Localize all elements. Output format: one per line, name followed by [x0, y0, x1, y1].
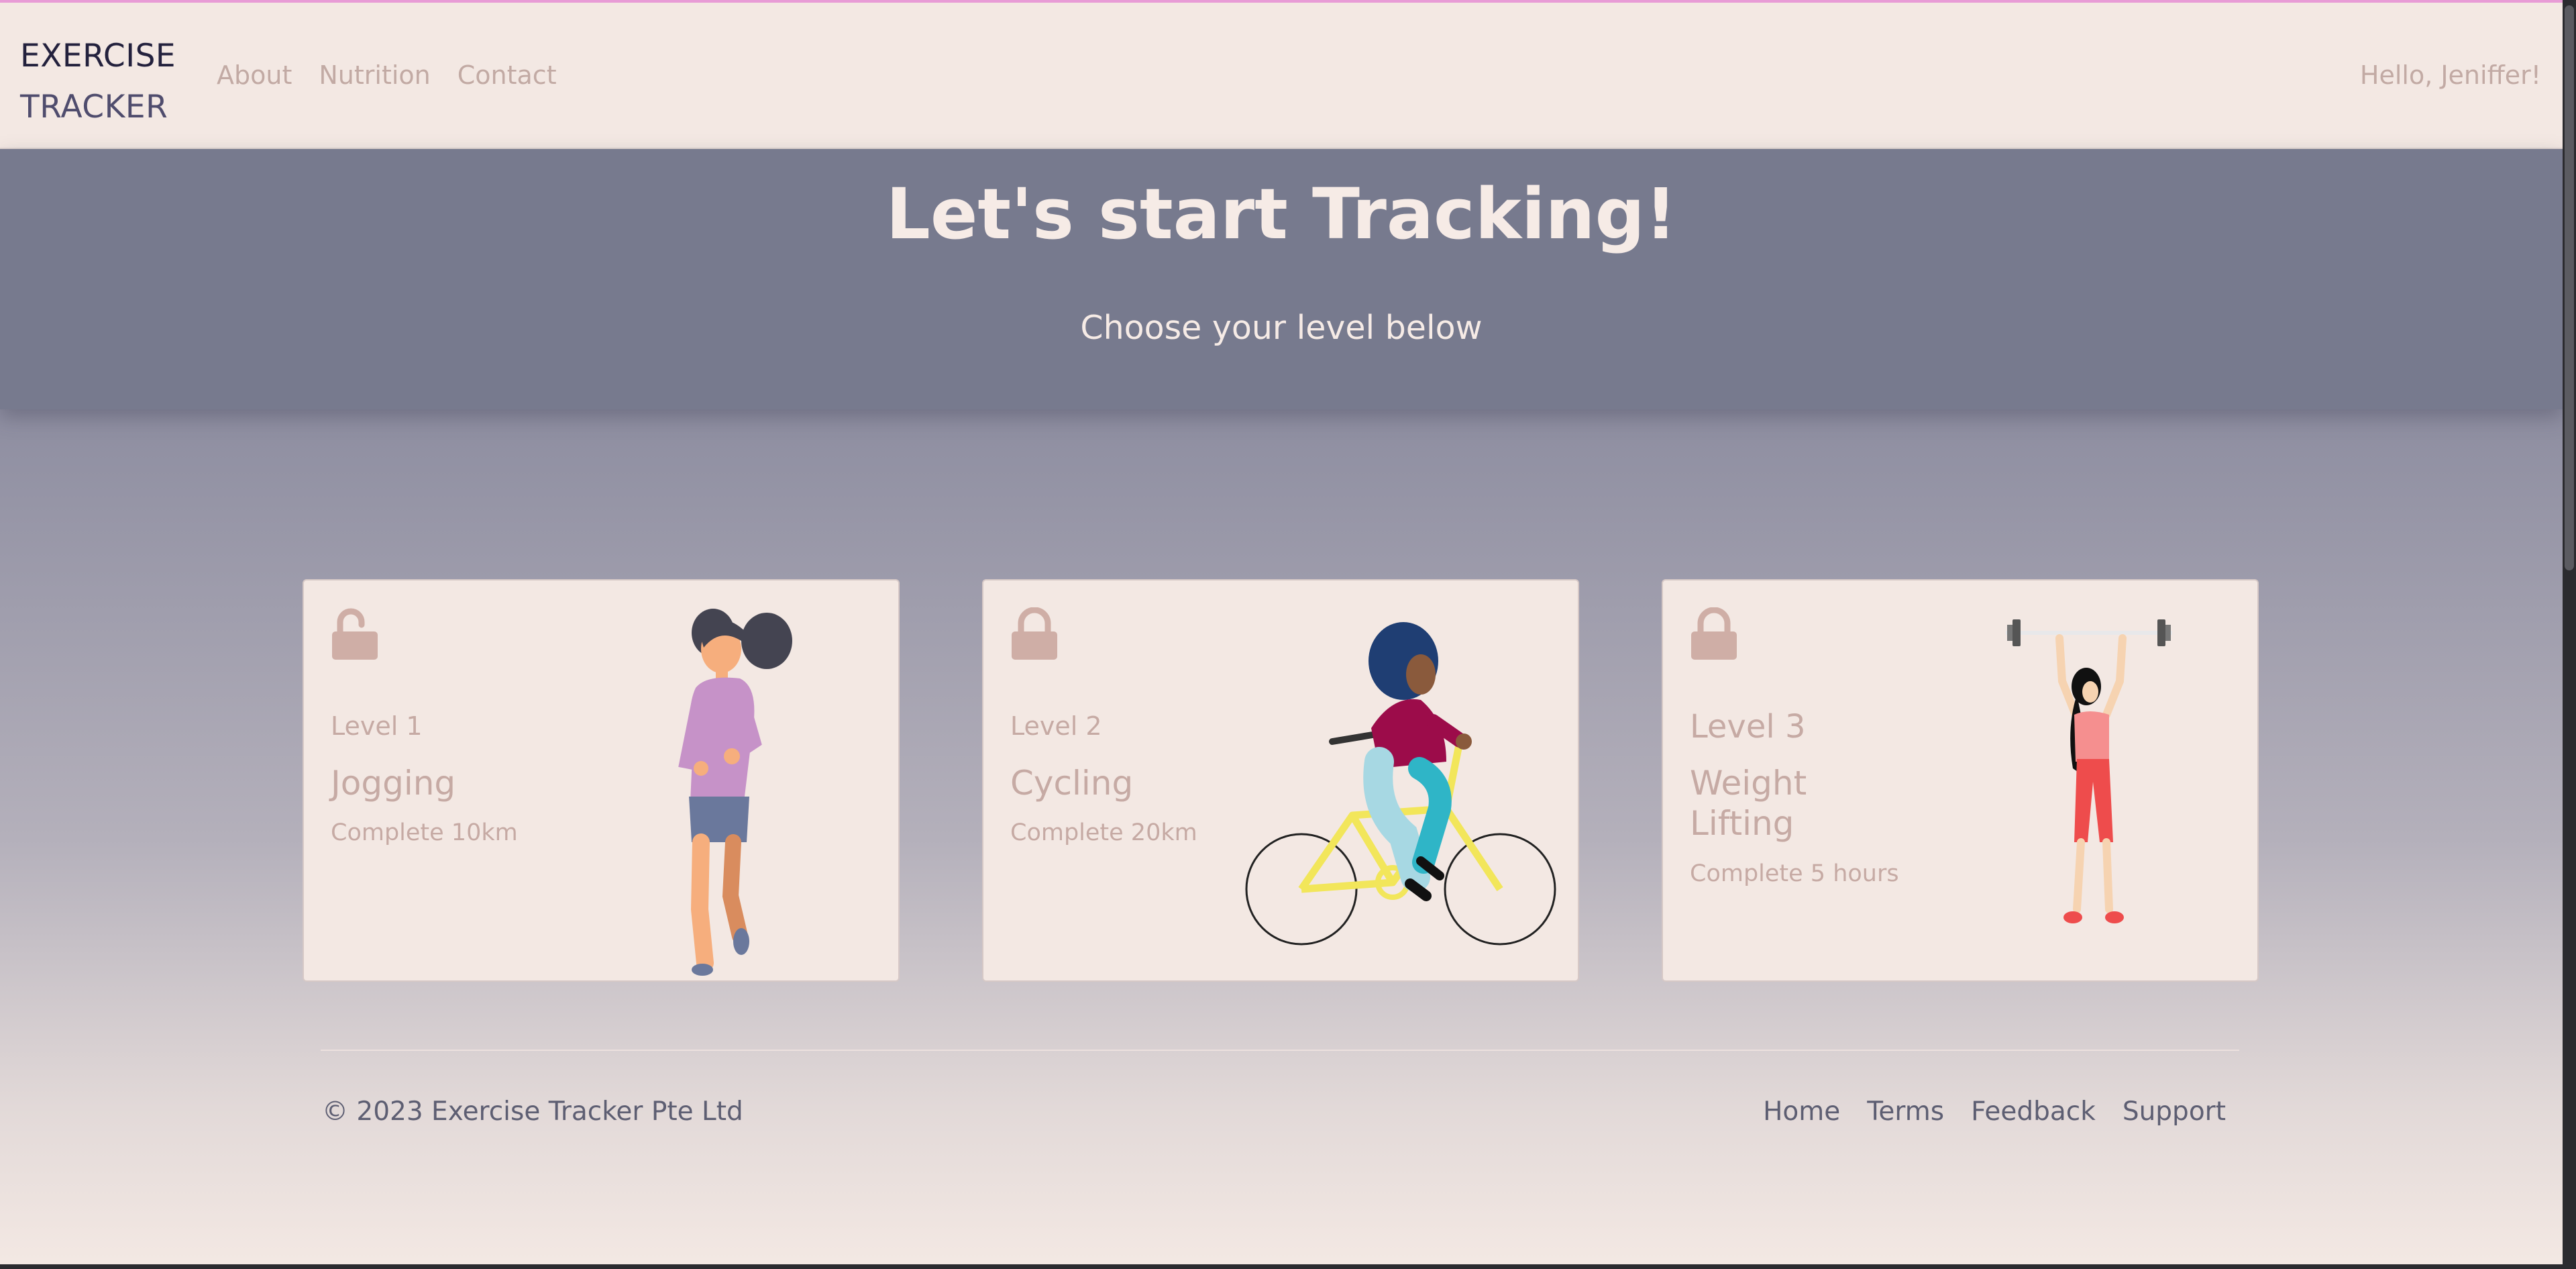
bottom-edge-bar — [0, 1264, 2563, 1269]
level-number: Level 2 — [1010, 711, 1102, 741]
nav-link-about[interactable]: About — [217, 60, 292, 90]
weightlifting-woman-illustration — [2006, 619, 2172, 923]
footer-link-feedback[interactable]: Feedback — [1971, 1097, 2096, 1127]
exercise-goal: Complete 5 hours — [1690, 860, 1899, 887]
hero-subtitle: Choose your level below — [1080, 309, 1483, 347]
navbar: EXERCISE TRACKER About Nutrition Contact… — [0, 3, 2563, 149]
footer-links: Home Terms Feedback Support — [1763, 1097, 2226, 1127]
level-number: Level 1 — [331, 711, 423, 741]
exercise-name: Cycling — [1010, 764, 1134, 803]
exercise-name: Jogging — [331, 764, 456, 803]
locked-padlock-icon — [1691, 607, 1737, 660]
brand-line-2: TRACKER — [20, 89, 168, 125]
hero-title: Let's start Tracking! — [885, 173, 1677, 255]
brand-logo[interactable]: EXERCISE TRACKER — [20, 31, 176, 133]
footer-link-terms[interactable]: Terms — [1867, 1097, 1944, 1127]
footer-link-home[interactable]: Home — [1763, 1097, 1840, 1127]
jogging-woman-illustration — [678, 609, 792, 976]
nav-link-nutrition[interactable]: Nutrition — [319, 60, 430, 90]
cycling-woman-illustration — [1245, 622, 1556, 946]
vertical-scrollbar-thumb[interactable] — [2565, 5, 2574, 570]
exercise-goal: Complete 10km — [331, 819, 518, 846]
level-card-2[interactable]: Level 2 Cycling Complete 20km — [982, 579, 1579, 982]
nav-link-contact[interactable]: Contact — [458, 60, 557, 90]
nav-links: About Nutrition Contact — [217, 60, 557, 90]
copyright-text: © 2023 Exercise Tracker Pte Ltd — [322, 1097, 743, 1127]
exercise-goal: Complete 20km — [1010, 819, 1197, 846]
footer-divider — [321, 1050, 2239, 1051]
user-greeting: Hello, Jeniffer! — [2359, 60, 2541, 90]
level-card-3[interactable]: Level 3 Weight Lifting Complete 5 hours — [1662, 579, 2259, 982]
locked-padlock-icon — [1012, 607, 1057, 660]
hero-banner: Let's start Tracking! Choose your level … — [0, 149, 2563, 409]
level-card-1[interactable]: Level 1 Jogging Complete 10km — [303, 579, 900, 982]
brand-line-1: EXERCISE — [20, 38, 176, 74]
footer-link-support[interactable]: Support — [2123, 1097, 2226, 1127]
unlocked-padlock-icon — [332, 608, 378, 660]
level-number: Level 3 — [1690, 708, 1806, 746]
exercise-name: Weight Lifting — [1690, 764, 1807, 843]
